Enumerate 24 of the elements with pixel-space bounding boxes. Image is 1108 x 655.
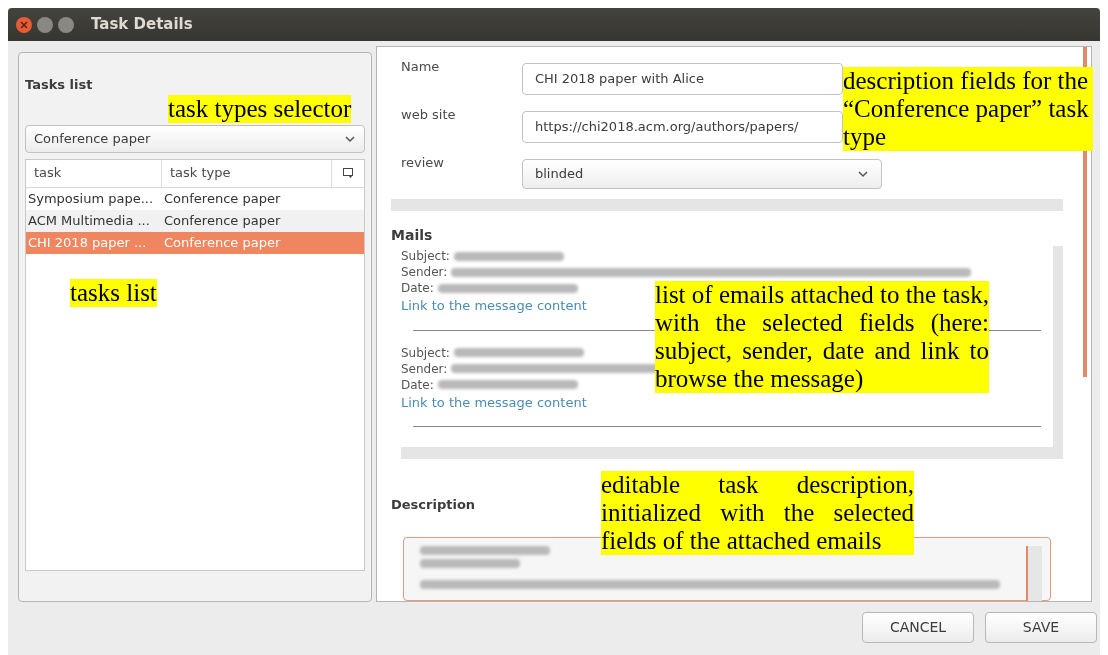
- table-cell-text: Conference paper: [164, 189, 281, 208]
- mail-field-label: Subject:: [401, 248, 450, 265]
- table-cell-text: Conference paper: [164, 233, 281, 252]
- table-cell-text: ACM Multimedia ...: [27, 211, 151, 230]
- annotation-tooltip: description fields for the “Conference paper” task type: [843, 67, 1093, 151]
- section-title: Description: [391, 496, 476, 514]
- mail-field-label: Date:: [401, 376, 434, 394]
- section-title: Mails: [391, 226, 433, 245]
- annotation-tooltip: editable task description, initialized with the selected fields of the attached emails: [601, 471, 914, 555]
- field-label: web site: [401, 106, 457, 124]
- table-cell-text: Conference paper: [164, 211, 281, 230]
- annotation-tooltip: tasks list: [70, 279, 157, 307]
- mail-field-label: Sender:: [401, 360, 448, 378]
- annotation-tooltip: task types selector: [168, 95, 352, 123]
- window-title: Task Details: [91, 14, 193, 36]
- table-cell-text: CHI 2018 paper ...: [27, 233, 148, 252]
- panel-title: Tasks list: [25, 76, 94, 94]
- table-cell-text: Symposium pape...: [27, 189, 155, 208]
- field-label: review: [401, 154, 445, 172]
- annotation-tooltip: list of emails attached to the task, with the selected fields (here: subject, sender, date and link to browse the message): [655, 281, 989, 393]
- mail-field-label: Date:: [401, 280, 434, 297]
- mail-field-label: Sender:: [401, 264, 448, 281]
- field-label: Name: [401, 58, 441, 76]
- mail-field-label: Subject:: [401, 344, 450, 362]
